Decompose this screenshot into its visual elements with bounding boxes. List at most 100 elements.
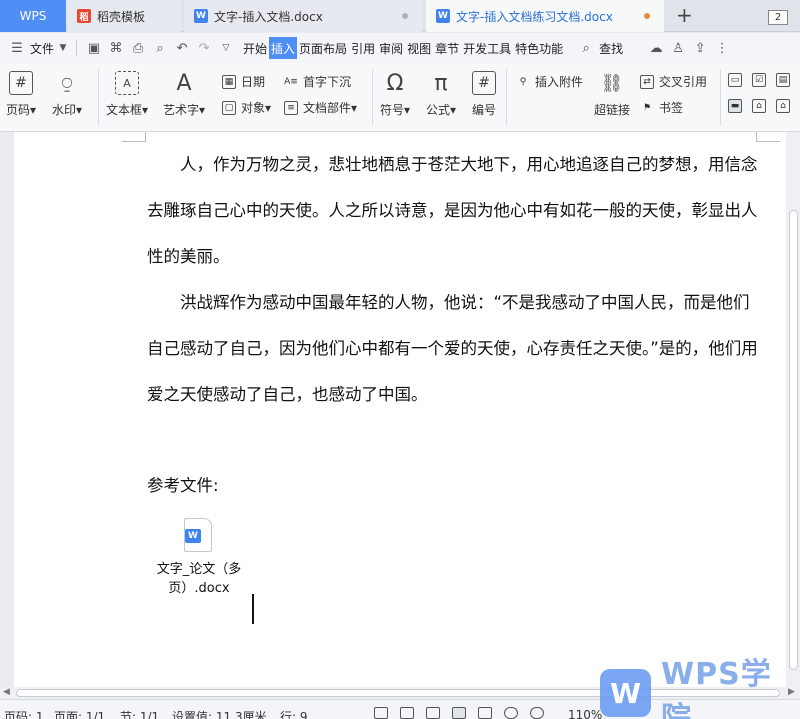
menu-section[interactable]: 章节 <box>433 37 461 59</box>
menu-bar: ☰ 文件 ▼ ▣ ⌘ ⎙ ⌕ ↶ ↷ ▽ 开始 插入 页面布局 引用 审阅 视图… <box>0 33 800 63</box>
hyperlink-button[interactable]: ⛓ 超链接 <box>594 71 630 118</box>
word-attachment-icon[interactable]: W <box>184 518 212 552</box>
text-box-button[interactable]: A 文本框▾ <box>106 71 148 118</box>
new-tab-plus-icon[interactable]: + <box>676 3 693 27</box>
layout-icon-3[interactable]: ⌂ <box>776 99 790 113</box>
vertical-scrollbar[interactable] <box>786 132 800 687</box>
more-icon[interactable]: ⋮ <box>711 37 733 59</box>
page-corner-mark <box>122 132 146 142</box>
doc-parts-label: 文档部件 <box>303 101 352 115</box>
header-icon[interactable]: ▭ <box>728 73 742 87</box>
file-menu[interactable]: 文件 <box>28 37 56 59</box>
window-count-badge[interactable]: 2 <box>768 10 788 25</box>
layout-icon-2[interactable]: ⌂ <box>752 99 766 113</box>
quick-access-more-icon[interactable]: ▽ <box>215 37 237 59</box>
undo-icon[interactable]: ↶ <box>171 37 193 59</box>
hamburger-menu-icon[interactable]: ☰ <box>6 37 28 59</box>
doc-parts-icon: ≡ <box>284 100 298 115</box>
doc-parts-button[interactable]: ≡ 文档部件 ▾ <box>284 99 357 116</box>
docer-icon: 稻 <box>77 9 91 23</box>
format-painter-icon[interactable]: ⌘ <box>105 37 127 59</box>
form-field-icon[interactable]: ▤ <box>776 73 790 87</box>
eye-protection-icon[interactable] <box>530 707 544 719</box>
search-icon[interactable]: ⌕ <box>575 37 597 59</box>
menu-references[interactable]: 引用 <box>349 37 377 59</box>
cross-reference-button[interactable]: ⇄ 交叉引用 <box>640 73 707 90</box>
tab-label: 文字-插入文档练习文档.docx <box>456 9 613 24</box>
tab-bar: WPS 稻 稻壳模板 W 文字-插入文档.docx W 文字-插入文档练习文档.… <box>0 0 800 32</box>
menu-view[interactable]: 视图 <box>405 37 433 59</box>
tab-practice-doc[interactable]: W 文字-插入文档练习文档.docx <box>426 0 664 32</box>
watermark-label: 水印 <box>52 103 77 117</box>
save-icon[interactable]: ▣ <box>83 37 105 59</box>
menu-review[interactable]: 审阅 <box>377 37 405 59</box>
chevron-down-icon[interactable]: ▼ <box>56 37 70 59</box>
link-icon: ⛓ <box>600 72 624 94</box>
page-corner-mark <box>756 132 780 142</box>
object-button[interactable]: ▢ 对象 ▾ <box>222 99 271 116</box>
bookmark-button[interactable]: ⚑ 书签 <box>640 99 683 116</box>
status-line[interactable]: 行: 9 <box>280 708 308 719</box>
word-art-button[interactable]: A 艺术字▾ <box>163 71 205 118</box>
drop-cap-label: 首字下沉 <box>303 75 352 89</box>
text-box-label: 文本框 <box>106 103 143 117</box>
redo-icon[interactable]: ↷ <box>193 37 215 59</box>
print-icon[interactable]: ⎙ <box>127 37 149 59</box>
layout-icon-1[interactable]: ▬ <box>728 99 742 113</box>
cloud-icon[interactable]: ☁ <box>645 37 667 59</box>
tab-label: 稻壳模板 <box>97 9 146 24</box>
share-icon[interactable]: ⇪ <box>689 37 711 59</box>
formula-label: 公式 <box>426 103 451 117</box>
numbering-button[interactable]: # 编号 <box>472 71 496 118</box>
search-button[interactable]: 查找 <box>597 37 625 59</box>
numbering-label: 编号 <box>472 103 497 117</box>
zoom-level[interactable]: 110% <box>568 708 602 719</box>
document-page[interactable]: 人，作为万物之灵，悲壮地栖息于苍茫大地下，用心地追逐自己的梦想，用信念去雕琢自己… <box>14 132 786 687</box>
menu-page-layout[interactable]: 页面布局 <box>297 37 349 59</box>
edit-mode-icon[interactable] <box>426 707 440 719</box>
check-box-icon[interactable]: ☑ <box>752 73 766 87</box>
layout-tools: ▬ ⌂ ⌂ <box>728 99 790 113</box>
menu-features[interactable]: 特色功能 <box>513 37 565 59</box>
hyperlink-label: 超链接 <box>594 103 631 117</box>
wps-academy-watermark: W WPS学院 <box>600 657 800 719</box>
drop-cap-button[interactable]: A≡ 首字下沉 <box>284 73 351 90</box>
scroll-left-arrow-icon[interactable]: ◀ <box>3 687 10 697</box>
object-label: 对象 <box>241 101 266 115</box>
print-preview-icon[interactable]: ⌕ <box>149 37 171 59</box>
unsaved-dot[interactable] <box>644 13 650 19</box>
insert-attachment-button[interactable]: ⚲ 插入附件 <box>516 73 583 90</box>
collaborate-icon[interactable]: ♙ <box>667 37 689 59</box>
paragraph-text: 人，作为万物之灵，悲壮地栖息于苍茫大地下，用心地追逐自己的梦想，用信念去雕琢自己… <box>147 155 758 266</box>
formula-button[interactable]: π 公式▾ <box>426 71 456 118</box>
read-mode-icon[interactable] <box>400 707 414 719</box>
vertical-scroll-thumb[interactable] <box>789 210 798 670</box>
menu-developer[interactable]: 开发工具 <box>461 37 513 59</box>
status-page-number[interactable]: 页码: 1 <box>4 708 44 719</box>
outline-view-icon[interactable] <box>478 707 492 719</box>
menu-start[interactable]: 开始 <box>241 37 269 59</box>
tab-status-dot[interactable] <box>402 13 408 19</box>
symbol-button[interactable]: Ω 符号▾ <box>380 71 410 118</box>
web-view-icon[interactable] <box>504 707 518 719</box>
menu-insert[interactable]: 插入 <box>269 37 298 59</box>
status-setting[interactable]: 设置值: 11.3厘米 <box>172 708 267 719</box>
attachment-filename[interactable]: 文字_论文（多页）.docx <box>142 560 256 598</box>
tab-docer-templates[interactable]: 稻 稻壳模板 <box>67 0 181 32</box>
tab-insert-doc[interactable]: W 文字-插入文档.docx <box>184 0 422 32</box>
paragraph-2[interactable]: 洪战辉作为感动中国最年轻的人物，他说：“不是我感动了中国人民，而是他们自己感动了… <box>147 280 759 418</box>
watermark-button[interactable]: ⍜ 水印▾ <box>52 71 82 118</box>
page-number-button[interactable]: # 页码▾ <box>6 71 36 118</box>
page-view-icon[interactable] <box>452 707 466 719</box>
divider <box>506 69 507 125</box>
fullscreen-icon[interactable] <box>374 707 388 719</box>
tab-wps[interactable]: WPS <box>0 0 66 32</box>
text-box-icon: A <box>115 71 140 95</box>
status-section[interactable]: 节: 1/1 <box>120 708 159 719</box>
date-button[interactable]: ▦ 日期 <box>222 73 265 90</box>
calendar-icon: ▦ <box>222 74 236 89</box>
paragraph-1[interactable]: 人，作为万物之灵，悲壮地栖息于苍茫大地下，用心地追逐自己的梦想，用信念去雕琢自己… <box>147 142 759 280</box>
symbol-label: 符号 <box>380 103 405 117</box>
object-icon: ▢ <box>222 100 236 115</box>
status-pages[interactable]: 页面: 1/1 <box>54 708 105 719</box>
